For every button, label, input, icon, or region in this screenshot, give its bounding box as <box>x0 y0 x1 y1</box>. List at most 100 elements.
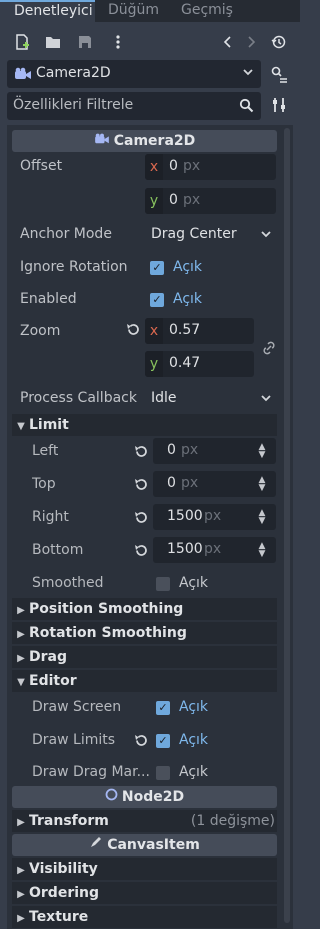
offset-y-field[interactable]: y 0 px <box>145 188 276 214</box>
group-position-smoothing[interactable]: ▶ Position Smoothing <box>12 598 277 620</box>
group-rotation-smoothing[interactable]: ▶ Rotation Smoothing <box>12 622 277 644</box>
process-callback-value: Idle <box>151 390 177 406</box>
limit-left-value: 0 <box>167 442 176 458</box>
limit-bottom-value: 1500 <box>167 541 203 557</box>
offset-y-value: 0 <box>169 192 178 208</box>
revert-icon[interactable] <box>134 733 149 752</box>
filter-placeholder: Özellikleri Filtrele <box>13 97 134 113</box>
group-ordering[interactable]: ▶ Ordering <box>12 882 277 904</box>
save-icon[interactable] <box>76 34 94 52</box>
property-filter-input[interactable]: Özellikleri Filtrele <box>7 92 261 120</box>
chevron-right-icon: ▶ <box>17 889 25 900</box>
axis-x-label: x <box>145 154 163 180</box>
section-camera2d-title: Camera2D <box>113 133 196 149</box>
limit-top-unit: px <box>181 475 199 491</box>
draw-limits-checkbox[interactable]: ✓ <box>156 734 170 748</box>
search-icon <box>239 98 254 117</box>
chevron-right-icon: ▶ <box>17 629 25 640</box>
limit-top-field[interactable]: 0 px ▲ ▼ <box>153 471 276 497</box>
spinner-icon[interactable]: ▲ ▼ <box>257 443 267 460</box>
limit-smoothed-label: Smoothed <box>32 575 104 591</box>
enabled-label: Enabled <box>20 291 77 307</box>
draw-screen-checkbox[interactable]: ✓ <box>156 701 170 715</box>
limit-right-label: Right <box>32 509 69 525</box>
spinner-icon[interactable]: ▲ ▼ <box>257 509 267 526</box>
tab-history[interactable]: Geçmiş <box>181 0 233 22</box>
chevron-right-icon: ▶ <box>17 605 25 616</box>
open-folder-icon[interactable] <box>44 34 62 52</box>
revert-icon[interactable] <box>134 444 149 463</box>
history-forward-icon[interactable] <box>242 34 260 52</box>
chevron-right-icon: ▶ <box>17 913 25 924</box>
draw-drag-margin-value: Açık <box>179 764 209 780</box>
chevron-down-icon <box>242 66 254 81</box>
section-canvasitem[interactable]: CanvasItem <box>12 834 277 856</box>
axis-y-label: y <box>145 351 163 377</box>
enabled-value: Açık <box>173 291 203 307</box>
group-position-smoothing-title: Position Smoothing <box>29 601 184 617</box>
group-drag[interactable]: ▶ Drag <box>12 646 277 668</box>
limit-bottom-unit: px <box>204 541 222 557</box>
offset-x-field[interactable]: x 0 px <box>145 154 276 180</box>
tools-icon[interactable] <box>270 97 288 115</box>
smoothed-value: Açık <box>179 575 209 591</box>
group-limit-title: Limit <box>29 417 69 433</box>
offset-y-unit: px <box>183 192 201 208</box>
limit-top-value: 0 <box>167 475 176 491</box>
spinner-icon[interactable]: ▲ ▼ <box>257 542 267 559</box>
chevron-right-icon: ▶ <box>17 865 25 876</box>
group-editor[interactable]: ▼ Editor <box>12 670 277 692</box>
group-transform-title: Transform <box>29 813 109 829</box>
spinner-icon[interactable]: ▲ ▼ <box>257 476 267 493</box>
section-node2d[interactable]: Node2D <box>12 786 277 808</box>
group-drag-title: Drag <box>29 649 67 665</box>
new-resource-icon[interactable] <box>13 34 31 52</box>
draw-screen-value: Açık <box>179 699 209 715</box>
process-callback-dropdown[interactable]: Idle <box>145 386 276 412</box>
chevron-down-icon: ▼ <box>17 677 25 688</box>
link-icon[interactable] <box>261 340 277 360</box>
chevron-down-icon: ▼ <box>17 421 25 432</box>
revert-icon[interactable] <box>134 543 149 562</box>
limit-bottom-field[interactable]: 1500 px ▲ ▼ <box>153 537 276 563</box>
section-camera2d[interactable]: Camera2D <box>12 130 277 152</box>
chevron-down-icon <box>260 392 272 407</box>
tab-inspector[interactable]: Denetleyici <box>0 0 95 22</box>
limit-right-field[interactable]: 1500 px ▲ ▼ <box>153 504 276 530</box>
group-texture[interactable]: ▶ Texture <box>12 906 277 928</box>
history-list-icon[interactable] <box>270 34 288 52</box>
limit-top-label: Top <box>32 476 56 492</box>
group-visibility[interactable]: ▶ Visibility <box>12 858 277 880</box>
group-rotation-smoothing-title: Rotation Smoothing <box>29 625 187 641</box>
anchor-mode-dropdown[interactable]: Drag Center <box>145 222 276 248</box>
enabled-checkbox[interactable]: ✓ <box>150 293 164 307</box>
object-selector[interactable]: Camera2D <box>7 60 261 88</box>
draw-drag-margin-checkbox[interactable] <box>156 766 170 780</box>
zoom-x-value: 0.57 <box>169 322 201 338</box>
inspector-scrollbar[interactable] <box>284 128 290 923</box>
dock-tab-bar: Denetleyici Düğüm Geçmiş <box>0 0 300 22</box>
object-properties-icon[interactable] <box>270 65 288 83</box>
tab-node[interactable]: Düğüm <box>108 0 159 22</box>
draw-screen-label: Draw Screen <box>32 699 122 715</box>
group-editor-title: Editor <box>29 673 77 689</box>
ignore-rotation-label: Ignore Rotation <box>20 259 128 275</box>
zoom-y-field[interactable]: y 0.47 <box>145 351 254 377</box>
history-back-icon[interactable] <box>219 34 237 52</box>
revert-icon[interactable] <box>134 510 149 529</box>
group-ordering-title: Ordering <box>29 885 100 901</box>
group-transform[interactable]: ▶ Transform (1 değişme) <box>12 810 277 832</box>
group-limit[interactable]: ▼ Limit <box>12 414 277 436</box>
revert-icon[interactable] <box>134 477 149 496</box>
ignore-rotation-checkbox[interactable]: ✓ <box>150 261 164 275</box>
more-vert-icon[interactable] <box>109 34 127 52</box>
revert-icon[interactable] <box>126 322 141 341</box>
smoothed-checkbox[interactable] <box>156 577 170 591</box>
anchor-mode-value: Drag Center <box>151 226 237 242</box>
limit-left-field[interactable]: 0 px ▲ ▼ <box>153 438 276 464</box>
zoom-label: Zoom <box>20 323 61 339</box>
limit-right-unit: px <box>204 508 222 524</box>
limit-bottom-label: Bottom <box>32 542 84 558</box>
zoom-x-field[interactable]: x 0.57 <box>145 318 254 344</box>
draw-drag-margin-label: Draw Drag Mar... <box>32 764 150 780</box>
